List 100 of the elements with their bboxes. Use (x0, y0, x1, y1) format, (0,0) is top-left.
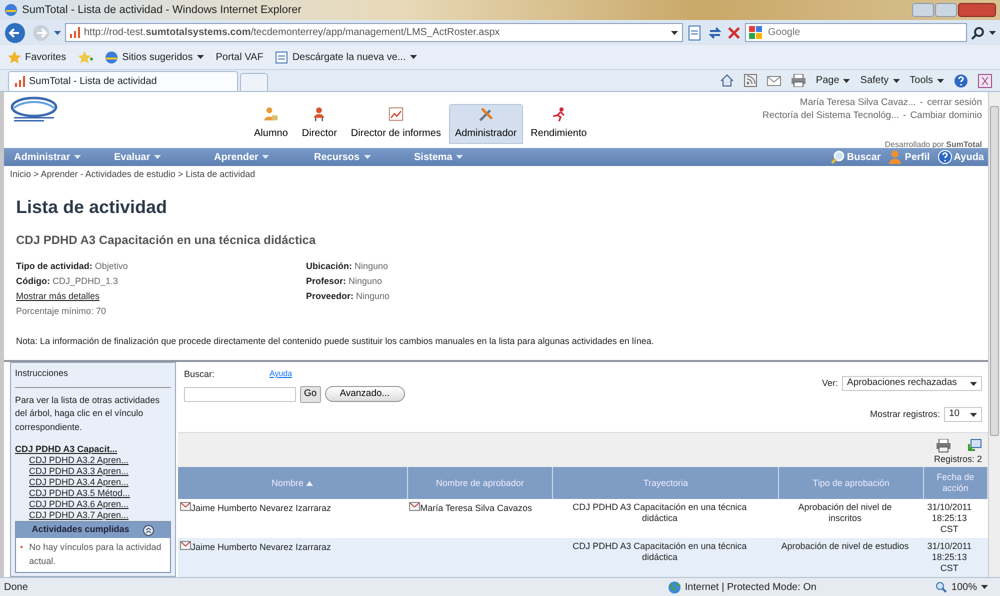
add-favorite-icon[interactable] (78, 50, 94, 64)
window-title: SumTotal - Lista de actividad - Windows Internet Explorer (22, 2, 302, 18)
detail-text: Código: CDJ_PDHD_1.3 (16, 275, 120, 288)
panel-title: Actividades cumplidas (32, 523, 130, 536)
search-input[interactable] (184, 386, 296, 402)
role-tab[interactable]: Director (296, 104, 343, 144)
detail-text: Ubicación: Ninguno (306, 260, 390, 273)
command-menu[interactable]: Tools (910, 73, 944, 88)
search-caret-icon[interactable] (989, 30, 996, 34)
export-icon[interactable] (967, 438, 982, 452)
role-tab[interactable]: Rendimiento (524, 104, 593, 144)
records-dropdown[interactable]: 10 (944, 407, 982, 422)
detail-text: Profesor: Ninguno (306, 275, 384, 288)
user-name: María Teresa Silva Cavaz... (800, 97, 916, 108)
change-domain-link[interactable]: Cambiar dominio (910, 110, 982, 121)
tree-link[interactable]: CDJ PDHD A3 Capacit... (15, 444, 171, 455)
search-provider-icon (749, 26, 763, 40)
print-icon[interactable] (790, 74, 806, 87)
caret-icon (937, 78, 944, 82)
tree-link[interactable]: CDJ PDHD A3.5 Métod... (15, 488, 171, 499)
favorites-link[interactable]: Descárgate la nueva ve... (275, 50, 417, 64)
tree-link[interactable]: CDJ PDHD A3.6 Apren... (15, 499, 171, 510)
separator-text: - (903, 110, 906, 121)
browser-tab[interactable]: SumTotal - Lista de actividad (8, 71, 238, 91)
table-cell: 31/10/2011 18:25:13 CST (927, 502, 972, 534)
tree-link[interactable]: CDJ PDHD A3.3 Apren... (15, 466, 171, 477)
help-link[interactable]: Ayuda (270, 368, 292, 382)
refresh-icon[interactable] (707, 24, 723, 40)
detail-text: Proveedor: Ninguno (306, 290, 390, 303)
record-count: Registros: 2 (934, 452, 982, 466)
role-tab[interactable]: Administrador (448, 104, 523, 144)
favorites-link[interactable]: Portal VAF (216, 50, 264, 64)
instructions-title: Instrucciones (15, 367, 70, 380)
logo (10, 96, 58, 122)
person-icon (888, 150, 903, 164)
address-field[interactable]: http://rod-test.sumtotalsystems.com/tecdemonterrey/app/management/LMS_ActRoster.aspx (65, 23, 683, 42)
site-icon (15, 76, 25, 87)
caret-icon (364, 155, 371, 159)
url-caret-icon[interactable] (671, 30, 678, 34)
print-icon[interactable] (936, 438, 951, 452)
caret-icon (154, 155, 162, 159)
tree-link[interactable]: CDJ PDHD A3.4 Apren... (15, 477, 171, 488)
page-icon (275, 50, 288, 64)
role-tab[interactable]: Director de informes (344, 104, 447, 144)
tree-link[interactable]: CDJ PDHD A3.7 Apren... (15, 510, 171, 521)
caret-icon (262, 155, 270, 159)
home-icon[interactable] (720, 74, 734, 87)
view-dropdown[interactable]: Aprobaciones rechazadas (842, 376, 982, 391)
caret-icon (970, 412, 977, 416)
chart-icon (386, 107, 405, 122)
site-icon (70, 27, 80, 38)
page-title: Lista de actividad (16, 196, 168, 219)
mail-icon[interactable] (766, 76, 781, 86)
field-label: Mostrar registros: (870, 408, 940, 421)
caret-icon (456, 155, 464, 159)
go-button[interactable]: Go (300, 386, 321, 402)
logout-link[interactable]: cerrar sesión (927, 97, 982, 108)
feed-icon[interactable] (744, 74, 757, 87)
command-menu[interactable]: Safety (860, 73, 900, 88)
history-caret-icon[interactable] (54, 30, 61, 34)
table-cell: Aprobación del nivel de inscritos (798, 502, 892, 523)
help-icon (938, 150, 952, 164)
caret-icon[interactable] (981, 585, 988, 589)
zoom-icon[interactable] (935, 581, 948, 593)
caret-icon (970, 382, 977, 386)
field-label: Buscar: (184, 368, 215, 381)
student-icon (262, 107, 280, 122)
search-icon (830, 150, 845, 164)
status-text: Done (4, 580, 28, 594)
globe-icon (668, 580, 681, 594)
detail-text: Tipo de actividad: Objetivo (16, 260, 129, 273)
zoom-level[interactable]: 100% (951, 580, 977, 594)
stop-icon[interactable] (727, 26, 741, 40)
collapse-icon[interactable] (143, 524, 154, 536)
mail-icon[interactable] (180, 541, 191, 550)
mail-icon[interactable] (409, 502, 420, 511)
min-percent-text: Porcentaje mínimo: 70 (16, 305, 108, 318)
tree-link[interactable]: CDJ PDHD A3.2 Apren... (15, 455, 171, 466)
more-details-link[interactable]: Mostrar más detalles (16, 291, 100, 301)
research-icon[interactable] (978, 74, 992, 88)
table-cell: Aprobación de nivel de estudios (781, 541, 909, 551)
command-menu[interactable]: Page (816, 73, 850, 88)
mail-icon[interactable] (180, 502, 191, 511)
organization-name: Rectoría del Sistema Tecnológ... (762, 110, 900, 121)
search-icon[interactable] (971, 26, 985, 40)
back-button[interactable] (4, 22, 28, 44)
advanced-button[interactable]: Avanzado... (324, 386, 405, 402)
role-tab[interactable]: Alumno (248, 104, 294, 144)
favorites-link[interactable]: Favorites (8, 50, 66, 64)
caret-icon (74, 155, 82, 159)
favorites-link[interactable]: Sitios sugeridos (105, 50, 204, 64)
compatibility-icon[interactable] (687, 24, 703, 40)
bullet-text: • (20, 541, 24, 554)
powered-by-text: Desarrollado por SumTotal (884, 139, 982, 151)
star-icon (8, 50, 21, 64)
search-field[interactable]: Google (745, 23, 967, 42)
field-label: Ver: (822, 376, 838, 390)
help-icon[interactable] (954, 74, 968, 88)
scrollbar[interactable] (988, 92, 1000, 577)
caret-icon (843, 78, 850, 82)
